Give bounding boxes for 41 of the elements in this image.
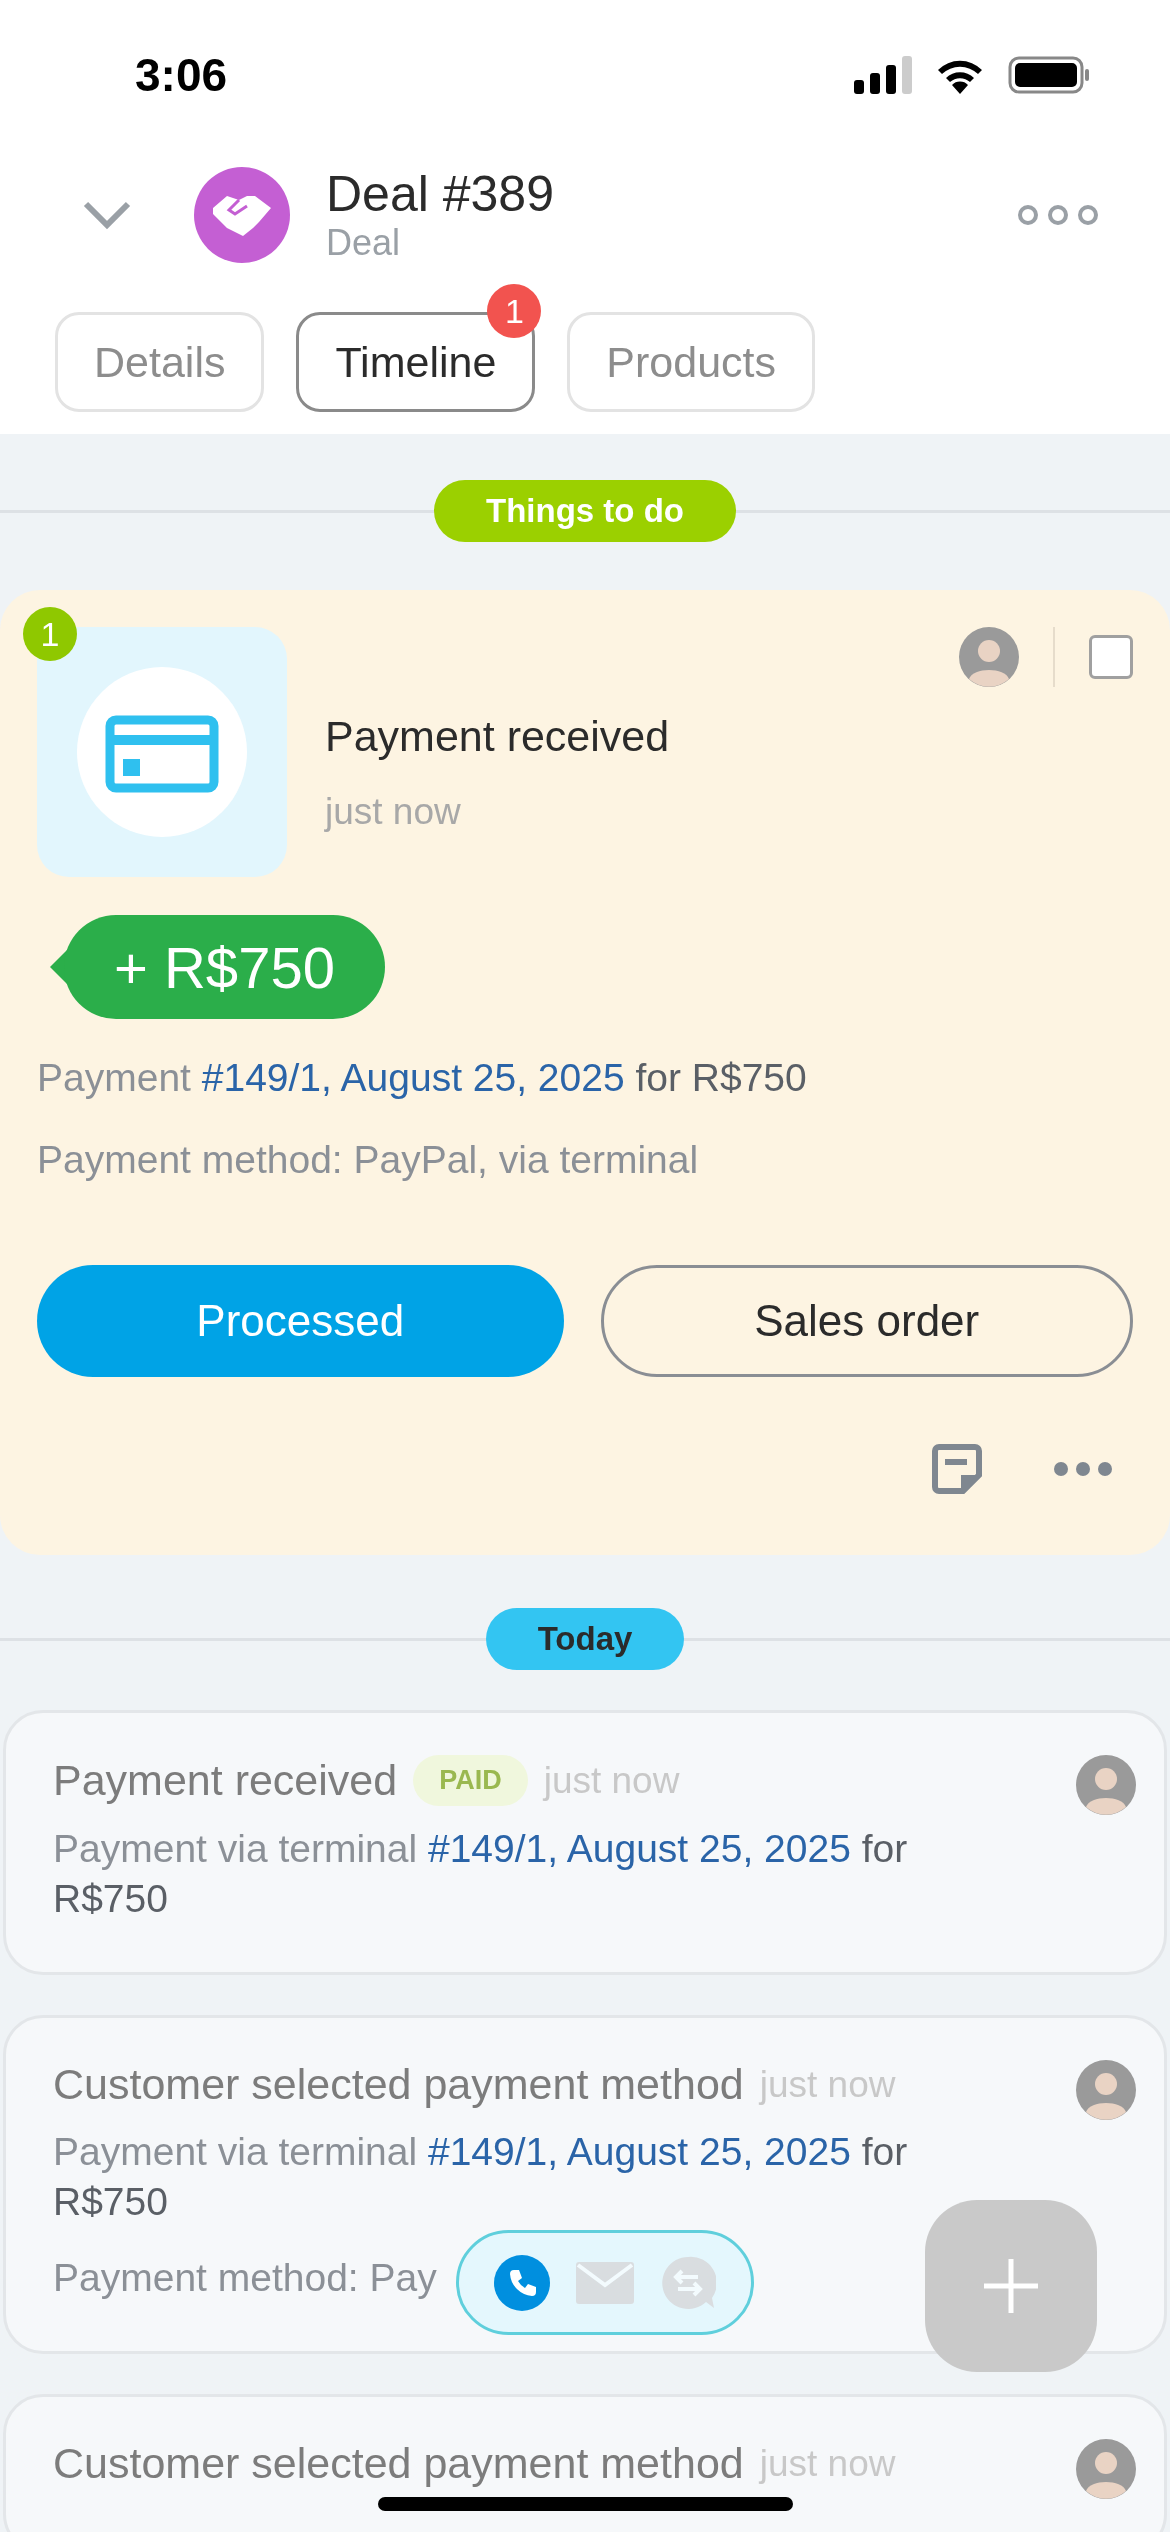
outline-button[interactable]: Sales order (600, 1265, 1133, 1377)
primary-button[interactable]: Processed (37, 1265, 564, 1377)
note-icon[interactable] (931, 1443, 983, 1495)
plus-icon (984, 2259, 1038, 2313)
payment-link[interactable]: #149/1, August 25, 2025 (428, 1827, 851, 1870)
avatar-icon (1076, 1755, 1136, 1815)
card-time: just now (325, 791, 462, 833)
avatar-icon (959, 627, 1019, 687)
avatar-icon (1076, 2439, 1136, 2499)
card-title: Payment received (53, 1756, 398, 1805)
deal-title: Deal #389 (326, 166, 555, 222)
checkbox[interactable] (1089, 635, 1133, 679)
detail-text: Payment via terminal #149/1, August 25, 2025 for R$750 (53, 1826, 909, 1922)
chevron-down-icon[interactable] (82, 200, 132, 230)
detail-text: Payment method: PayPal, via terminal (37, 1137, 699, 1183)
add-button[interactable] (925, 2200, 1097, 2372)
status-tag: PAID (413, 1755, 528, 1806)
phone-icon[interactable] (494, 2254, 550, 2311)
count-badge: 1 (23, 607, 77, 661)
section-label: Today (485, 1608, 685, 1670)
battery-icon (1008, 56, 1090, 94)
detail-text: Payment method: Pay (53, 2255, 437, 2301)
avatar-icon (1076, 2060, 1136, 2120)
detail-text: Payment #149/1, August 25, 2025 for R$750 (37, 1055, 807, 1101)
tab[interactable]: Products (567, 312, 816, 412)
section-label: Things to do (434, 480, 736, 542)
count-badge: 1 (487, 284, 542, 338)
tab[interactable]: Details (55, 312, 265, 412)
credit-card-icon (77, 667, 247, 837)
signal-icon (854, 56, 912, 94)
more-icon[interactable] (1053, 1461, 1113, 1477)
deal-subtitle: Deal (326, 222, 402, 264)
card-title: Customer selected payment method (53, 2060, 744, 2109)
status-time: 3:06 (135, 48, 228, 102)
card-title: Payment received (325, 712, 671, 761)
detail-text: Payment via terminal #149/1, August 25, 2025 for R$750 (53, 2129, 909, 2225)
amount-tag: + R$750 (50, 915, 1133, 1019)
card-title: Customer selected payment method (53, 2439, 744, 2488)
more-icon[interactable] (1016, 204, 1100, 226)
payment-link[interactable]: #149/1, August 25, 2025 (201, 1056, 625, 1099)
payment-link[interactable]: #149/1, August 25, 2025 (428, 2130, 851, 2173)
